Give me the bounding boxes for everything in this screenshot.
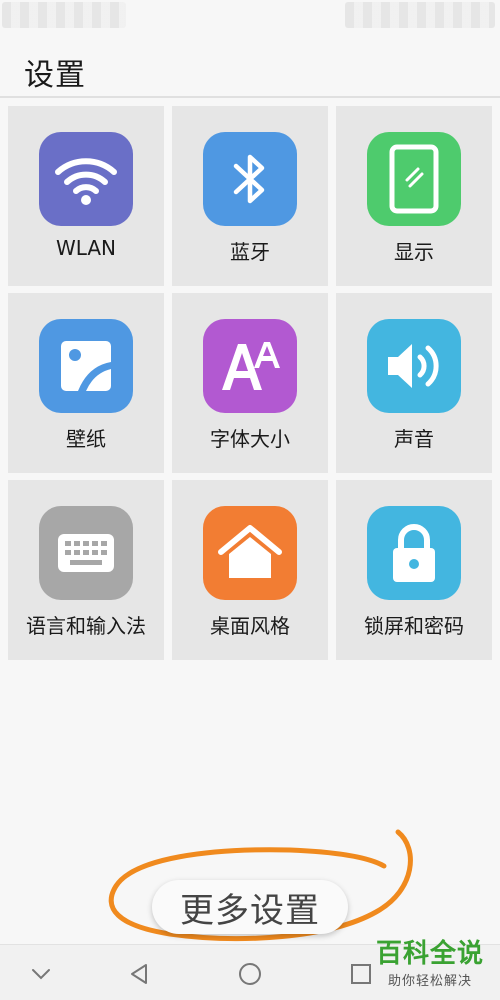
more-settings-button[interactable]: 更多设置 [152,880,348,934]
sound-icon [367,319,461,413]
lock-icon [367,506,461,600]
tile-wallpaper[interactable]: 壁纸 [8,293,164,473]
watermark: 百科全说 助你轻松解决 [376,938,484,989]
nav-back-button[interactable] [122,957,156,991]
status-bar [0,0,500,34]
watermark-subtitle: 助你轻松解决 [387,974,472,989]
keyboard-icon [39,506,133,600]
nav-collapse-button[interactable] [24,957,58,991]
tile-label-language-input: 语言和输入法 [26,614,146,638]
display-icon [367,132,461,226]
tile-label-wallpaper: 壁纸 [66,427,106,451]
tile-desktop-style[interactable]: 桌面风格 [172,480,328,660]
font-size-icon [203,319,297,413]
tile-font-size[interactable]: 字体大小 [172,293,328,473]
home-circle-icon [239,963,261,985]
title-bar: 设置 [0,38,500,98]
watermark-title: 百科全说 [375,939,484,969]
nav-home-button[interactable] [233,957,267,991]
tile-label-wlan: WLAN [55,236,117,260]
tile-wlan[interactable]: WLAN [8,106,164,286]
tile-label-font-size: 字体大小 [210,427,290,451]
back-triangle-icon [131,964,147,984]
tile-label-bluetooth: 蓝牙 [230,240,270,264]
tile-display[interactable]: 显示 [336,106,492,286]
tile-language-input[interactable]: 语言和输入法 [8,480,164,660]
home-icon [203,506,297,600]
status-bar-left-blur [2,2,126,28]
status-bar-right-blur [345,2,495,28]
tile-label-display: 显示 [394,240,434,264]
tile-label-sound: 声音 [394,427,434,451]
settings-grid: WLAN 蓝牙 显示 壁纸 字体大小 声音 语言和输入法 桌面风格 锁屏和密码 [8,106,492,660]
tile-label-lock-screen: 锁屏和密码 [364,614,464,638]
tile-lock-screen[interactable]: 锁屏和密码 [336,480,492,660]
tile-bluetooth[interactable]: 蓝牙 [172,106,328,286]
nav-recents-button[interactable] [344,957,378,991]
tile-sound[interactable]: 声音 [336,293,492,473]
chevron-down-icon [32,969,50,980]
wallpaper-icon [39,319,133,413]
bluetooth-icon [203,132,297,226]
page-title: 设置 [24,58,86,93]
recents-square-icon [351,964,371,984]
wifi-icon [39,132,133,226]
tile-label-desktop-style: 桌面风格 [210,614,290,638]
